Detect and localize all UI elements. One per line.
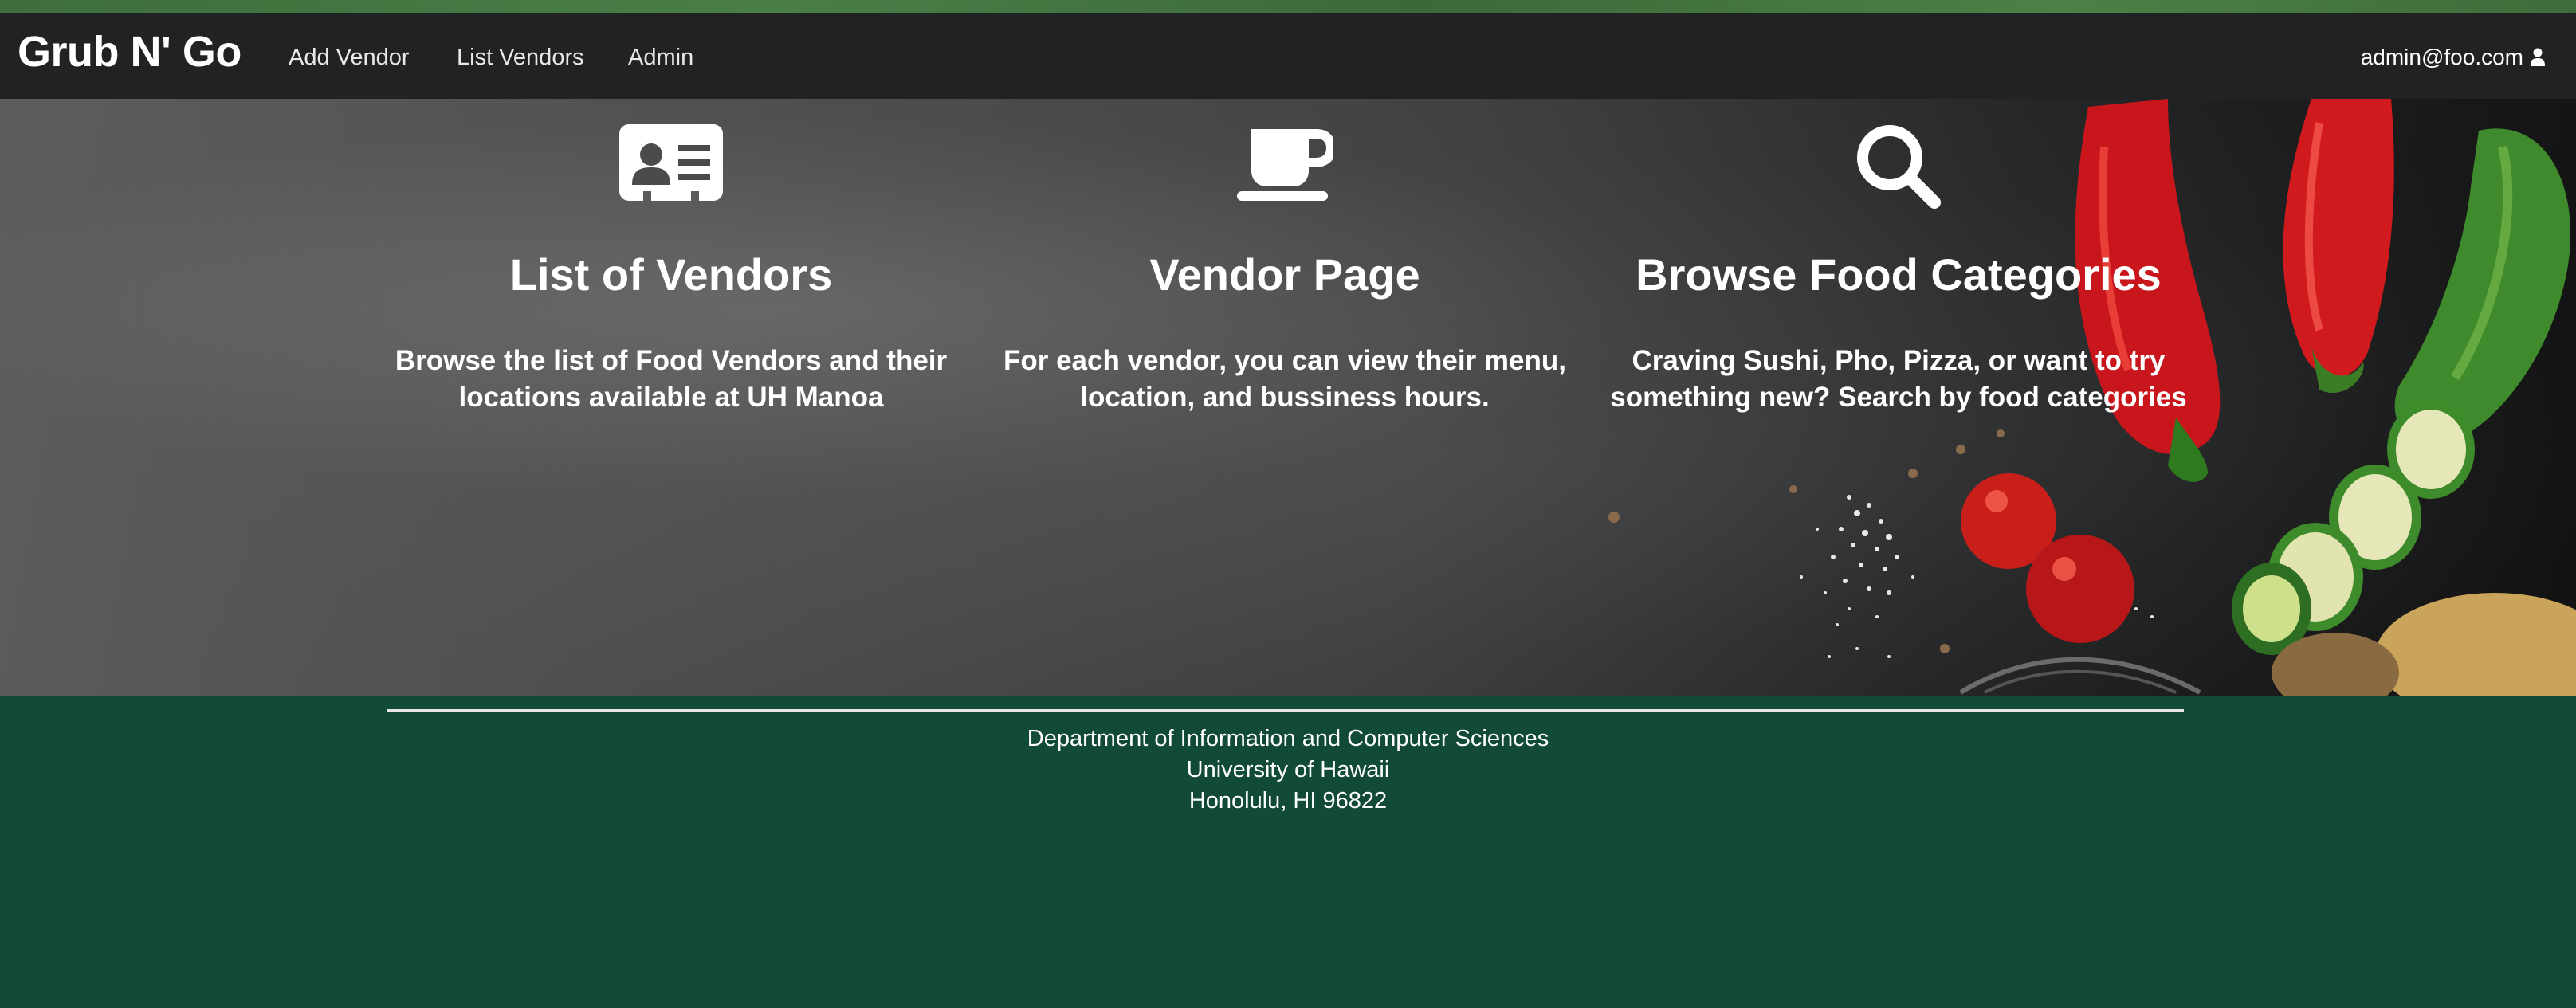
footer-department: Department of Information and Computer S… <box>1027 726 1549 751</box>
browser-top-strip <box>0 0 2576 13</box>
nav-add-vendor[interactable]: Add Vendor <box>289 45 410 71</box>
feature-title: Vendor Page <box>1149 249 1420 300</box>
user-email: admin@foo.com <box>2360 45 2523 69</box>
feature-title: List of Vendors <box>509 249 833 300</box>
feature-description: Craving Sushi, Pho, Pizza, or want to tr… <box>1610 345 2187 413</box>
nav-list-vendors[interactable]: List Vendors <box>457 45 584 71</box>
user-icon <box>2531 48 2545 66</box>
footer-university: University of Hawaii <box>1186 757 1390 782</box>
user-menu[interactable]: admin@foo.com <box>2361 45 2546 70</box>
footer-divider <box>387 709 2184 712</box>
footer-city: Honolulu, HI 96822 <box>1188 788 1388 814</box>
coffee-cup-icon <box>1237 129 1333 201</box>
search-icon <box>1857 125 1941 209</box>
footer-address: Department of Information and Computer S… <box>0 724 2576 817</box>
brand-logo[interactable]: Grub N' Go <box>18 27 242 76</box>
feature-description: For each vendor, you can view their menu… <box>1003 345 1567 413</box>
feature-title: Browse Food Categories <box>1636 249 2162 300</box>
nav-admin[interactable]: Admin <box>628 45 693 71</box>
feature-description: Browse the list of Food Vendors and thei… <box>395 345 948 413</box>
hero-banner: List of Vendors Browse the list of Food … <box>0 99 2576 696</box>
id-card-icon <box>619 124 723 202</box>
site-footer: Department of Information and Computer S… <box>0 696 2576 1008</box>
top-navbar: Grub N' Go Add Vendor List Vendors Admin… <box>0 13 2576 99</box>
